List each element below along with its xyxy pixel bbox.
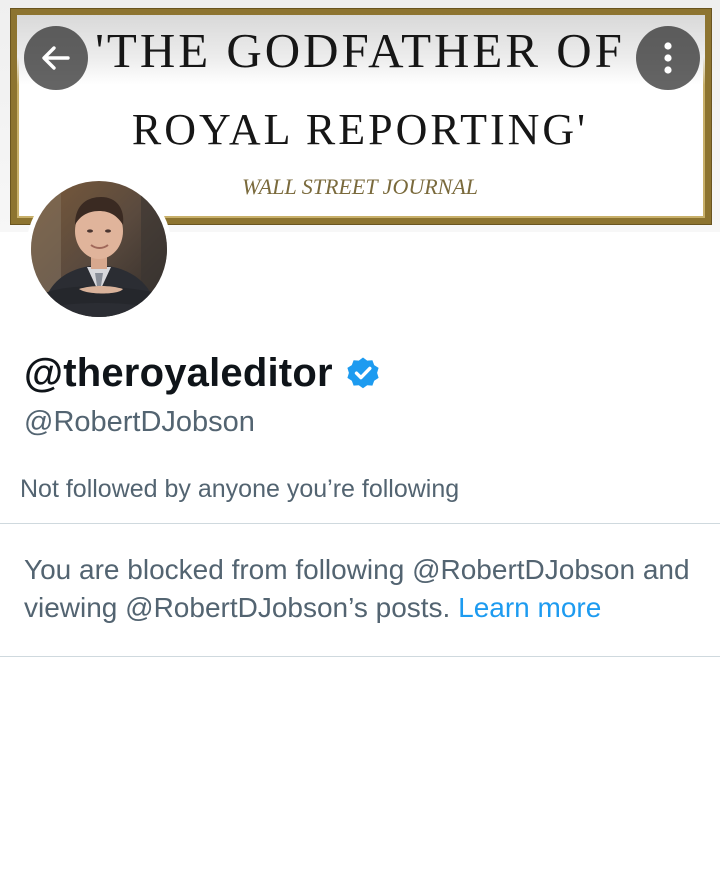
back-button[interactable] — [24, 26, 88, 90]
blocked-notice: You are blocked from following @RobertDJ… — [24, 551, 704, 627]
learn-more-link[interactable]: Learn more — [458, 592, 601, 623]
display-name: @theroyaleditor — [24, 350, 333, 395]
more-options-button[interactable] — [636, 26, 700, 90]
verified-badge-icon[interactable] — [345, 355, 381, 391]
avatar-photo — [31, 181, 167, 317]
arrow-left-icon — [38, 40, 74, 76]
profile-handle: @RobertDJobson — [24, 406, 255, 438]
vertical-ellipsis-icon — [662, 40, 674, 76]
banner-headline-line2: ROYAL REPORTING' — [131, 105, 589, 154]
profile-page: 'THE GODFATHER OF ROYAL REPORTING' WALL … — [0, 0, 720, 872]
display-name-row: @theroyaleditor — [24, 348, 381, 398]
banner-headline-line1: 'THE GODFATHER OF — [95, 23, 625, 78]
followed-by-note[interactable]: Not followed by anyone you’re following — [20, 475, 459, 504]
divider — [0, 656, 720, 657]
banner-source: WALL STREET JOURNAL — [241, 174, 479, 199]
divider — [0, 523, 720, 524]
profile-avatar[interactable] — [26, 176, 172, 322]
